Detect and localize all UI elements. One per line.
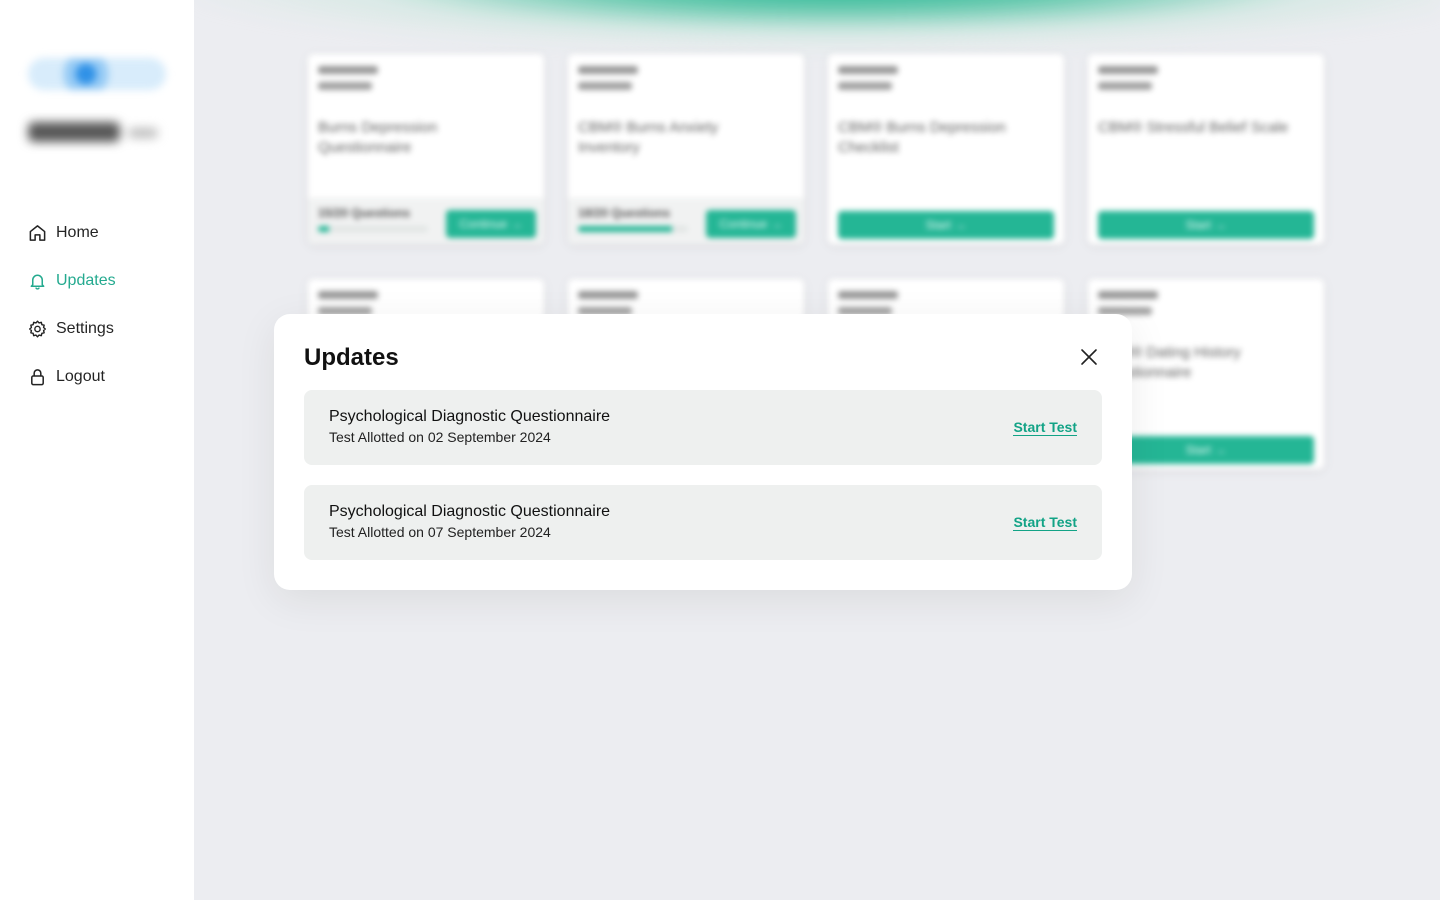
update-item: Psychological Diagnostic Questionnaire T…: [304, 485, 1102, 560]
update-subtitle: Test Allotted on 07 September 2024: [329, 524, 551, 540]
update-title: Psychological Diagnostic Questionnaire: [329, 503, 611, 520]
modal-title: Updates: [304, 344, 399, 371]
update-item: Psychological Diagnostic Questionnaire T…: [304, 390, 1102, 465]
close-button[interactable]: [1076, 344, 1102, 370]
update-subtitle: Test Allotted on 02 September 2024: [329, 429, 551, 445]
start-test-link[interactable]: Start Test: [1013, 514, 1077, 531]
close-icon: [1080, 348, 1098, 366]
app: Home Updates Settings Logout Burns Depre…: [0, 0, 1440, 900]
updates-modal: Updates Psychological Diagnostic Questio…: [274, 314, 1132, 590]
start-test-link[interactable]: Start Test: [1013, 419, 1077, 436]
update-title: Psychological Diagnostic Questionnaire: [329, 408, 611, 425]
